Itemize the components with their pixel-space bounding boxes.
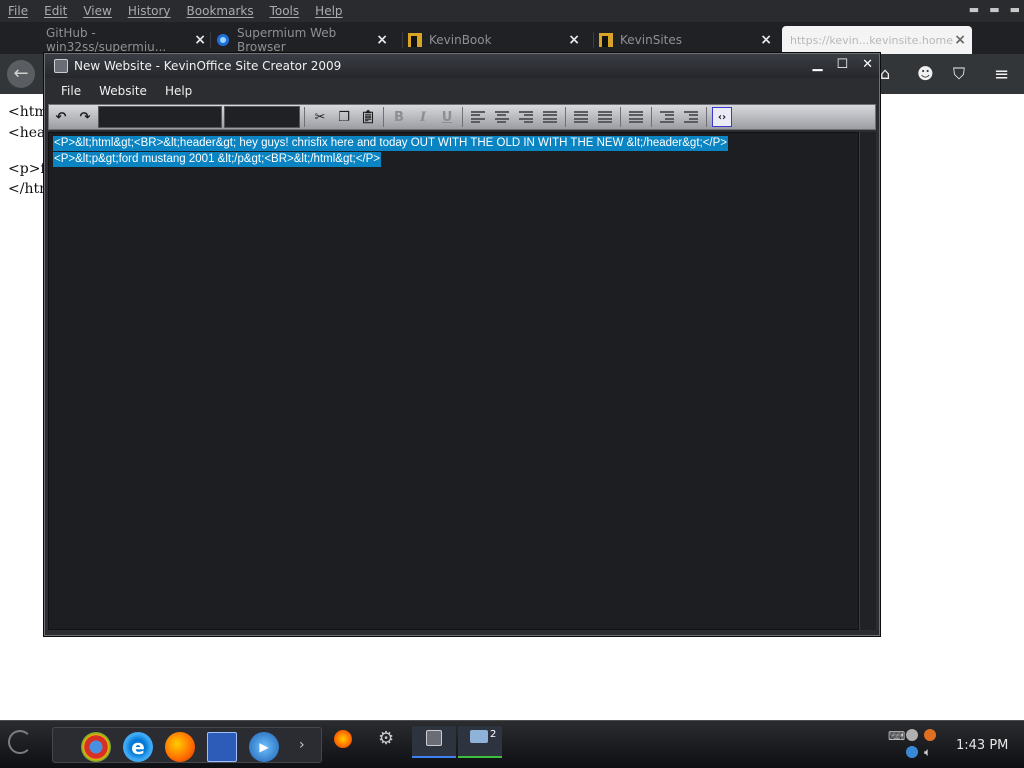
align-left-icon[interactable] xyxy=(468,107,488,127)
quick-launch-bar: e ▶ › xyxy=(52,727,322,763)
minimize-icon[interactable]: ▁ xyxy=(812,57,822,72)
network-icon[interactable] xyxy=(906,729,918,741)
font-size-select[interactable] xyxy=(224,106,300,128)
taskbar: e ▶ › ⚙ 2 ⌨ 🔈︎ 1:43 PM xyxy=(0,720,1024,768)
redo-icon[interactable]: ↷ xyxy=(75,107,95,127)
font-family-select[interactable] xyxy=(98,106,222,128)
browser-tab-kevinbook[interactable]: KevinBook × xyxy=(402,26,580,54)
close-icon[interactable]: × xyxy=(568,32,580,48)
browser-close-icon[interactable]: ▬ xyxy=(1010,3,1020,16)
browser-menu-edit[interactable]: Edit xyxy=(36,4,75,18)
editor-scrollbar[interactable] xyxy=(859,132,876,630)
browser-menu-tools[interactable]: Tools xyxy=(262,4,308,18)
app-title: New Website - KevinOffice Site Creator 2… xyxy=(74,59,342,73)
system-tray: ⌨ 🔈︎ xyxy=(884,727,944,761)
pocket-icon[interactable]: ⛉ xyxy=(953,64,965,84)
cut-icon[interactable]: ✂ xyxy=(310,107,330,127)
close-icon[interactable]: × xyxy=(376,32,388,48)
taskbar-clock[interactable]: 1:43 PM xyxy=(956,738,1008,753)
app-menu-file[interactable]: File xyxy=(52,84,90,98)
app-titlebar[interactable]: New Website - KevinOffice Site Creator 2… xyxy=(45,54,879,78)
numbered-list-icon[interactable] xyxy=(571,107,591,127)
globe-icon[interactable] xyxy=(906,746,918,758)
firefox-icon xyxy=(334,730,352,748)
copy-icon[interactable]: ❐ xyxy=(334,107,354,127)
bold-icon[interactable]: B xyxy=(389,107,409,127)
indent-icon[interactable] xyxy=(681,107,701,127)
underline-icon[interactable]: U xyxy=(437,107,457,127)
outdent-icon[interactable] xyxy=(657,107,677,127)
browser-tab-github[interactable]: GitHub - win32ss/supermiu... × xyxy=(46,26,206,54)
editor-line-selected: <P>&lt;p&gt;ford mustang 2001 &lt;/p&gt;… xyxy=(53,152,382,167)
close-icon[interactable]: × xyxy=(194,32,206,48)
gear-icon: ⚙ xyxy=(378,728,395,749)
browser-window-controls: ▬ ▬ ▬ xyxy=(969,3,1020,16)
close-icon[interactable]: ✕ xyxy=(862,57,873,72)
app-logo-icon xyxy=(54,59,68,73)
chevron-right-icon[interactable]: › xyxy=(299,737,305,753)
browser-tab-kevinsites[interactable]: KevinSites × xyxy=(593,26,772,54)
firefox-icon[interactable] xyxy=(165,732,195,762)
browser-tab-active[interactable]: https://kevin...kevinsite.home × xyxy=(782,26,972,54)
supermium-icon xyxy=(217,34,229,46)
volume-icon[interactable]: 🔈︎ xyxy=(924,745,931,760)
task-firefox[interactable] xyxy=(322,726,366,758)
task-folders[interactable]: 2 xyxy=(458,726,502,758)
browser-menu-bookmarks[interactable]: Bookmarks xyxy=(179,4,262,18)
task-settings[interactable]: ⚙ xyxy=(366,726,410,758)
browser-tabstrip: GitHub - win32ss/supermiu... × Supermium… xyxy=(0,22,1024,74)
app-menubar: File Website Help xyxy=(45,78,879,104)
app-window-controls: ▁ ☐ ✕ xyxy=(812,57,873,72)
kevinbook-icon xyxy=(408,33,422,47)
browser-tab-label: GitHub - win32ss/supermiu... xyxy=(46,26,167,54)
browser-maximize-icon[interactable]: ▬ xyxy=(989,3,999,16)
html-source-icon[interactable]: ‹› xyxy=(712,107,732,127)
undo-icon[interactable]: ↶ xyxy=(51,107,71,127)
kevinsites-icon xyxy=(599,33,613,47)
close-icon[interactable]: × xyxy=(760,32,772,48)
align-right-icon[interactable] xyxy=(516,107,536,127)
close-icon[interactable]: × xyxy=(954,32,966,48)
internet-explorer-icon[interactable]: e xyxy=(123,732,153,762)
task-site-creator[interactable] xyxy=(412,726,456,758)
browser-tab-label: Supermium Web Browser xyxy=(237,26,337,54)
bullet-list-icon[interactable] xyxy=(595,107,615,127)
browser-minimize-icon[interactable]: ▬ xyxy=(969,3,979,16)
calendar-icon[interactable] xyxy=(207,732,237,762)
hamburger-menu-icon[interactable]: ≡ xyxy=(994,64,1009,85)
formatting-toolbar: ↶ ↷ ✂ ❐ 📋︎ B I U ‹› xyxy=(48,104,876,130)
folder-count-badge: 2 xyxy=(490,729,497,740)
align-justify-icon[interactable] xyxy=(540,107,560,127)
folder-icon xyxy=(470,730,488,743)
site-creator-window: New Website - KevinOffice Site Creator 2… xyxy=(44,53,880,636)
paste-icon[interactable]: 📋︎ xyxy=(358,107,378,127)
browser-tab-supermium[interactable]: Supermium Web Browser × xyxy=(210,26,388,54)
browser-menu-file[interactable]: File xyxy=(0,4,36,18)
browser-tab-label: https://kevin...kevinsite.home xyxy=(790,33,954,47)
back-arrow-icon[interactable]: ← xyxy=(7,60,35,88)
app-menu-website[interactable]: Website xyxy=(90,84,156,98)
editor-line-selected: <P>&lt;html&gt;<BR>&lt;header&gt; hey gu… xyxy=(53,136,729,151)
browser-menu-help[interactable]: Help xyxy=(307,4,350,18)
security-icon[interactable] xyxy=(924,729,936,741)
home-icon[interactable]: ⌂ xyxy=(880,64,890,83)
browser-tab-label: KevinBook xyxy=(429,33,492,47)
italic-icon[interactable]: I xyxy=(413,107,433,127)
browser-menubar: File Edit View History Bookmarks Tools H… xyxy=(0,0,1024,22)
app-logo-icon xyxy=(426,730,442,746)
chrome-icon[interactable] xyxy=(81,732,111,762)
browser-menu-view[interactable]: View xyxy=(75,4,119,18)
media-player-icon[interactable]: ▶ xyxy=(249,732,279,762)
browser-tab-label: KevinSites xyxy=(620,33,682,47)
editor-content: <P>&lt;html&gt;<BR>&lt;header&gt; hey gu… xyxy=(49,135,729,167)
smiley-icon[interactable]: ☻ xyxy=(917,64,934,83)
keyboard-icon[interactable]: ⌨ xyxy=(888,729,905,743)
maximize-icon[interactable]: ☐ xyxy=(836,57,848,72)
align-center-icon[interactable] xyxy=(492,107,512,127)
app-menu-help[interactable]: Help xyxy=(156,84,201,98)
browser-menu-history[interactable]: History xyxy=(120,4,179,18)
paragraph-icon[interactable] xyxy=(626,107,646,127)
start-button[interactable] xyxy=(8,730,32,754)
html-source-editor[interactable]: <P>&lt;html&gt;<BR>&lt;header&gt; hey gu… xyxy=(48,132,859,630)
